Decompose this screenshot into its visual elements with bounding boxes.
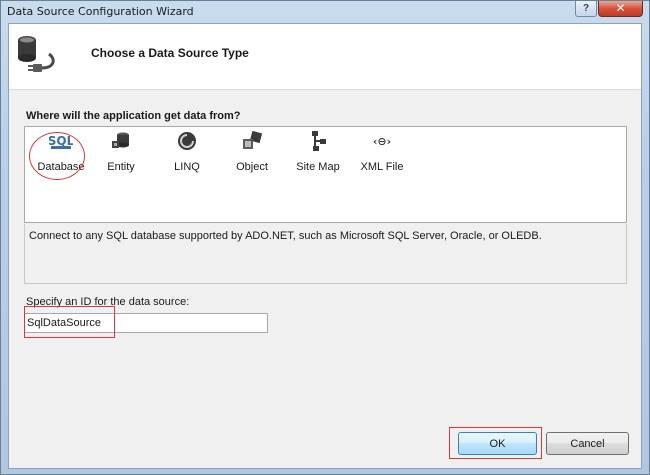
- type-item-linq[interactable]: LINQ: [157, 129, 217, 175]
- annotation-rect-ok-button: [449, 427, 542, 459]
- close-button[interactable]: ✕: [598, 1, 643, 17]
- type-item-xml-file[interactable]: ‹⊖› XML File: [352, 129, 412, 175]
- type-label-xml-file: XML File: [360, 161, 404, 173]
- annotation-rect-id-field: [24, 306, 115, 338]
- xml-file-icon: ‹⊖›: [373, 135, 391, 148]
- type-label-object: Object: [236, 161, 268, 173]
- window-frame: Data Source Configuration Wizard ? ✕ Cho…: [0, 0, 650, 475]
- entity-icon: [112, 132, 129, 148]
- linq-icon: [178, 132, 196, 150]
- page-title: Choose a Data Source Type: [91, 46, 249, 60]
- type-item-site-map[interactable]: Site Map: [288, 129, 348, 175]
- cancel-button[interactable]: Cancel: [546, 432, 629, 455]
- database-plug-icon: [18, 36, 55, 72]
- type-label-linq: LINQ: [174, 161, 200, 173]
- dialog-client: Choose a Data Source Type Where will the…: [8, 23, 642, 469]
- type-label-site-map: Site Map: [296, 161, 340, 173]
- type-item-object[interactable]: Object: [222, 129, 282, 175]
- type-label-entity: Entity: [107, 161, 135, 173]
- annotation-circle-database: [29, 132, 85, 180]
- type-item-entity[interactable]: Entity: [91, 129, 151, 175]
- site-map-icon: [312, 131, 326, 151]
- svg-text:‹⊖›: ‹⊖›: [373, 135, 391, 148]
- window-title: Data Source Configuration Wizard: [7, 5, 194, 18]
- data-source-type-list: SQL Database Entity LINQ Object Site Map…: [24, 126, 627, 223]
- wizard-header: Choose a Data Source Type: [9, 24, 641, 90]
- help-button[interactable]: ?: [575, 1, 597, 17]
- description-panel: Connect to any SQL database supported by…: [24, 224, 627, 284]
- description-text: Connect to any SQL database supported by…: [29, 230, 542, 242]
- data-source-question: Where will the application get data from…: [26, 110, 241, 122]
- object-icon: [243, 131, 263, 149]
- title-bar[interactable]: Data Source Configuration Wizard ? ✕: [1, 1, 649, 23]
